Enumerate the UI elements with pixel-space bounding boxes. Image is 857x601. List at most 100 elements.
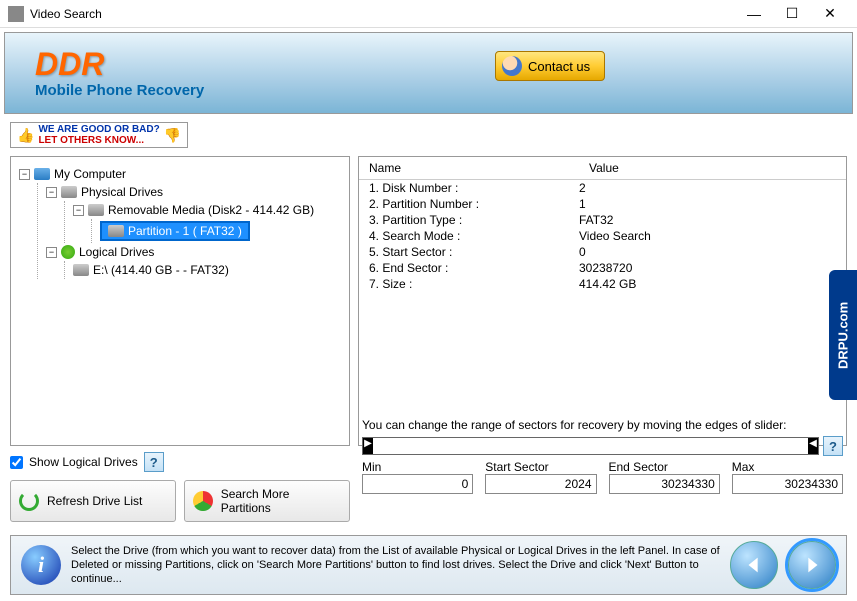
details-header: Name Value [359, 157, 846, 180]
logo-main: DDR [35, 48, 204, 80]
thumbs-down-icon: 👎 [164, 127, 181, 144]
detail-row: 5. Start Sector :0 [359, 244, 846, 260]
tree-root[interactable]: − My Computer [19, 165, 341, 183]
collapse-icon[interactable]: − [46, 247, 57, 258]
footer-text: Select the Drive (from which you want to… [71, 544, 720, 587]
thumbs-up-icon: 👍 [17, 127, 34, 144]
back-button[interactable] [730, 541, 778, 589]
max-input[interactable] [732, 474, 843, 494]
detail-value: 30238720 [579, 261, 632, 275]
detail-value: 414.42 GB [579, 277, 636, 291]
sector-slider[interactable]: ▶ ◀ [362, 437, 819, 455]
drive-icon [73, 264, 89, 276]
tree-removable-label: Removable Media (Disk2 - 414.42 GB) [108, 203, 314, 217]
partition-icon [108, 225, 124, 237]
end-sector-input[interactable] [609, 474, 720, 494]
tree-drive-e[interactable]: E:\ (414.40 GB - - FAT32) [73, 261, 341, 279]
sector-hint: You can change the range of sectors for … [362, 418, 843, 432]
tree-partition-label: Partition - 1 ( FAT32 ) [128, 224, 242, 238]
col-name: Name [359, 157, 579, 179]
search-more-partitions-button[interactable]: Search More Partitions [184, 480, 350, 522]
refresh-icon [19, 491, 39, 511]
min-input[interactable] [362, 474, 473, 494]
collapse-icon[interactable]: − [73, 205, 84, 216]
close-button[interactable]: ✕ [811, 2, 849, 26]
details-panel: Name Value 1. Disk Number :22. Partition… [358, 156, 847, 446]
detail-value: 1 [579, 197, 586, 211]
detail-row: 3. Partition Type :FAT32 [359, 212, 846, 228]
slider-left-handle[interactable]: ▶ [363, 438, 373, 454]
search-more-label: Search More Partitions [221, 487, 341, 515]
tree-controls: Show Logical Drives ? Refresh Drive List… [10, 452, 350, 522]
detail-name: 2. Partition Number : [369, 197, 579, 211]
tree-logical-label: Logical Drives [79, 245, 154, 259]
start-sector-input[interactable] [485, 474, 596, 494]
drpu-side-tag[interactable]: DRPU.com [829, 270, 857, 400]
detail-row: 4. Search Mode :Video Search [359, 228, 846, 244]
refresh-drive-list-button[interactable]: Refresh Drive List [10, 480, 176, 522]
details-body: 1. Disk Number :22. Partition Number :13… [359, 180, 846, 292]
detail-row: 2. Partition Number :1 [359, 196, 846, 212]
detail-value: Video Search [579, 229, 651, 243]
contact-label: Contact us [528, 59, 590, 74]
help-icon[interactable]: ? [144, 452, 164, 472]
maximize-button[interactable]: ☐ [773, 2, 811, 26]
feedback-line1: WE ARE GOOD OR BAD? [38, 124, 159, 135]
main-area: − My Computer − Physical Drives − Remova… [10, 156, 847, 446]
detail-name: 1. Disk Number : [369, 181, 579, 195]
detail-row: 7. Size :414.42 GB [359, 276, 846, 292]
sector-range-panel: You can change the range of sectors for … [362, 418, 843, 494]
logo-subtitle: Mobile Phone Recovery [35, 82, 204, 99]
computer-icon [34, 168, 50, 180]
refresh-label: Refresh Drive List [47, 494, 142, 508]
arrow-left-icon [743, 554, 765, 576]
tree-physical-drives[interactable]: − Physical Drives [46, 183, 341, 201]
drive-icon [88, 204, 104, 216]
feedback-line2: LET OTHERS KNOW... [38, 135, 144, 146]
drive-tree-panel: − My Computer − Physical Drives − Remova… [10, 156, 350, 446]
show-logical-checkbox[interactable] [10, 456, 23, 469]
drive-icon [61, 186, 77, 198]
max-label: Max [732, 460, 843, 474]
detail-name: 5. Start Sector : [369, 245, 579, 259]
detail-value: 2 [579, 181, 586, 195]
col-value: Value [579, 157, 629, 179]
tree-physical-label: Physical Drives [81, 185, 163, 199]
contact-avatar-icon [502, 56, 522, 76]
pie-chart-icon [193, 491, 213, 511]
start-sector-label: Start Sector [485, 460, 596, 474]
arrow-right-icon [801, 554, 823, 576]
detail-row: 1. Disk Number :2 [359, 180, 846, 196]
slider-right-handle[interactable]: ◀ [808, 438, 818, 454]
next-button[interactable] [788, 541, 836, 589]
tree-logical-drives[interactable]: − Logical Drives [46, 243, 341, 261]
help-icon[interactable]: ? [823, 436, 843, 456]
end-sector-label: End Sector [609, 460, 720, 474]
show-logical-label: Show Logical Drives [29, 455, 138, 469]
collapse-icon[interactable]: − [19, 169, 30, 180]
detail-value: FAT32 [579, 213, 613, 227]
title-bar: Video Search — ☐ ✕ [0, 0, 857, 28]
minimize-button[interactable]: — [735, 2, 773, 26]
header-banner: DDR Mobile Phone Recovery Contact us [4, 32, 853, 114]
window-title: Video Search [30, 7, 735, 21]
tree-root-label: My Computer [54, 167, 126, 181]
logical-drive-icon [61, 245, 75, 259]
tree-removable-media[interactable]: − Removable Media (Disk2 - 414.42 GB) [73, 201, 341, 219]
detail-name: 6. End Sector : [369, 261, 579, 275]
footer-bar: i Select the Drive (from which you want … [10, 535, 847, 595]
feedback-banner[interactable]: 👍 WE ARE GOOD OR BAD? LET OTHERS KNOW...… [10, 122, 188, 148]
logo: DDR Mobile Phone Recovery [35, 48, 204, 99]
detail-row: 6. End Sector :30238720 [359, 260, 846, 276]
detail-value: 0 [579, 245, 586, 259]
tree-e-label: E:\ (414.40 GB - - FAT32) [93, 263, 229, 277]
detail-name: 4. Search Mode : [369, 229, 579, 243]
collapse-icon[interactable]: − [46, 187, 57, 198]
app-icon [8, 6, 24, 22]
info-icon: i [21, 545, 61, 585]
tree-partition-selected[interactable]: Partition - 1 ( FAT32 ) [100, 219, 341, 243]
detail-name: 7. Size : [369, 277, 579, 291]
detail-name: 3. Partition Type : [369, 213, 579, 227]
contact-us-button[interactable]: Contact us [495, 51, 605, 81]
min-label: Min [362, 460, 473, 474]
